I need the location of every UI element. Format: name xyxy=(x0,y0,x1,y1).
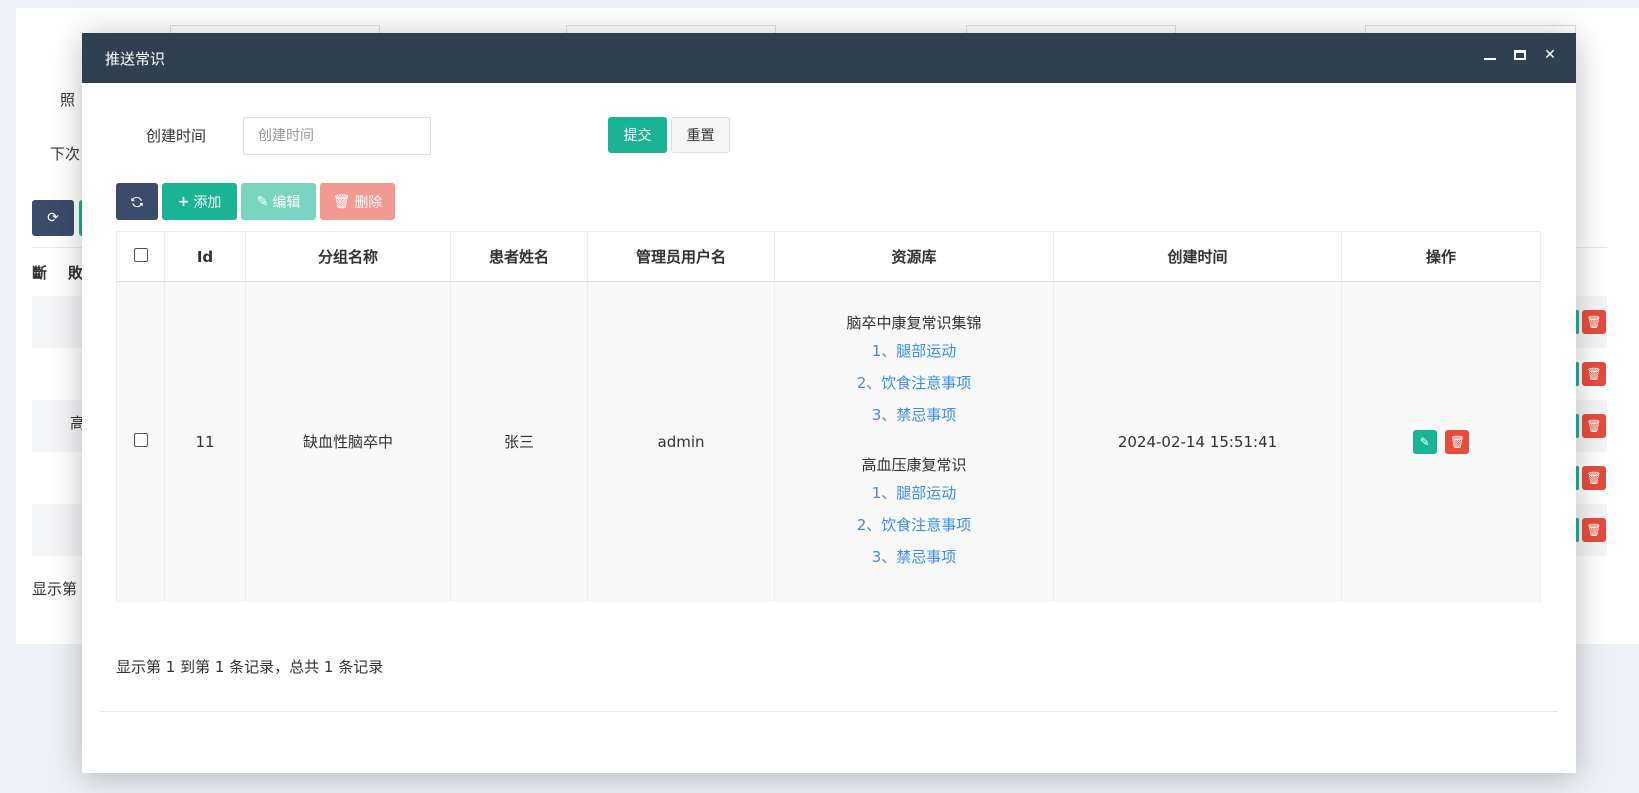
resource-link[interactable]: 2、饮食注意事项 xyxy=(775,509,1053,541)
bg-pagination: 显示第 xyxy=(32,580,78,598)
refresh-icon xyxy=(131,196,143,207)
cell-created: 2024-02-14 15:51:41 xyxy=(1053,281,1342,602)
created-time-input[interactable] xyxy=(243,117,431,155)
created-time-label: 创建时间 xyxy=(146,127,207,145)
bg-delete-icon[interactable]: 🗑 xyxy=(1582,518,1606,542)
column-header-group: 分组名称 xyxy=(245,231,451,282)
bg-label: 照 xyxy=(60,91,76,109)
pagination-info: 显示第 1 到第 1 条记录，总共 1 条记录 xyxy=(116,658,384,676)
cell-patient: 张三 xyxy=(450,281,588,602)
add-button-label: 添加 xyxy=(193,194,222,211)
row-delete-button[interactable]: 🗑 xyxy=(1445,429,1470,454)
bg-table-header: 敗 xyxy=(68,264,84,282)
modal-header: 推送常识 ✕ xyxy=(82,33,1576,83)
column-header-admin: 管理员用户名 xyxy=(587,231,775,282)
table-row: 11 缺血性脑卒中 张三 admin 脑卒中康复常识集锦 1、腿部运动 2、饮食… xyxy=(116,281,1541,602)
column-header-id: Id xyxy=(164,231,246,282)
bg-table-header: 斷 xyxy=(32,264,48,282)
edit-button[interactable]: ✎ 编辑 xyxy=(241,183,316,220)
bg-delete-icon[interactable]: 🗑 xyxy=(1582,362,1606,386)
column-header-actions: 操作 xyxy=(1341,231,1541,282)
resource-link[interactable]: 1、腿部运动 xyxy=(775,335,1053,367)
add-button[interactable]: + 添加 xyxy=(162,183,237,220)
column-header-patient: 患者姓名 xyxy=(450,231,588,282)
minimize-icon xyxy=(1484,58,1496,60)
cell-resources: 脑卒中康复常识集锦 1、腿部运动 2、饮食注意事项 3、禁忌事项 高血压康复常识… xyxy=(774,281,1054,602)
row-checkbox[interactable] xyxy=(133,432,148,447)
modal-controls: ✕ xyxy=(1482,47,1558,63)
delete-button-label: 删除 xyxy=(354,194,383,211)
pencil-icon: ✎ xyxy=(256,193,269,210)
bg-delete-icon[interactable]: 🗑 xyxy=(1582,310,1606,334)
trash-icon: 🗑 xyxy=(1449,434,1465,449)
knowledge-table: Id 分组名称 患者姓名 管理员用户名 资源库 创建时间 操作 11 缺血性脑卒… xyxy=(116,231,1541,602)
select-all-checkbox[interactable] xyxy=(133,247,148,262)
trash-icon: 🗑 xyxy=(332,193,351,210)
maximize-button[interactable] xyxy=(1512,47,1528,63)
select-all-cell[interactable] xyxy=(116,231,165,282)
resource-link[interactable]: 1、腿部运动 xyxy=(775,477,1053,509)
column-header-resources: 资源库 xyxy=(774,231,1054,282)
divider xyxy=(100,711,1558,712)
resource-link[interactable]: 3、禁忌事项 xyxy=(775,399,1053,431)
bg-delete-icon[interactable]: 🗑 xyxy=(1582,414,1606,438)
refresh-button[interactable] xyxy=(116,183,158,220)
cell-id: 11 xyxy=(164,281,246,602)
table-header-row: Id 分组名称 患者姓名 管理员用户名 资源库 创建时间 操作 xyxy=(116,231,1541,282)
close-icon: ✕ xyxy=(1544,47,1556,63)
pencil-icon: ✎ xyxy=(1419,434,1430,449)
resource-group-title: 高血压康复常识 xyxy=(861,455,967,474)
modal-title: 推送常识 xyxy=(105,49,166,68)
column-header-created: 创建时间 xyxy=(1053,231,1342,282)
edit-button-label: 编辑 xyxy=(272,194,301,211)
bg-label: 下次 xyxy=(50,145,81,163)
resource-group-title: 脑卒中康复常识集锦 xyxy=(846,313,982,332)
plus-icon: + xyxy=(177,193,190,210)
bg-refresh-button[interactable]: ⟳ xyxy=(32,200,74,236)
bg-delete-icon[interactable]: 🗑 xyxy=(1582,466,1606,490)
close-button[interactable]: ✕ xyxy=(1542,47,1558,63)
row-select-cell[interactable] xyxy=(116,281,165,602)
maximize-icon xyxy=(1514,50,1526,60)
resource-link[interactable]: 2、饮食注意事项 xyxy=(775,367,1053,399)
cell-admin: admin xyxy=(587,281,775,602)
reset-button[interactable]: 重置 xyxy=(671,117,730,153)
cell-actions: ✎ 🗑 xyxy=(1341,281,1541,602)
row-edit-button[interactable]: ✎ xyxy=(1412,429,1437,454)
push-knowledge-modal: 推送常识 ✕ 创建时间 提交 重置 + 添加 ✎ 编辑 🗑 删除 xyxy=(82,33,1576,773)
delete-button[interactable]: 🗑 删除 xyxy=(320,183,395,220)
minimize-button[interactable] xyxy=(1482,47,1498,63)
submit-button[interactable]: 提交 xyxy=(608,117,667,153)
cell-group: 缺血性脑卒中 xyxy=(245,281,451,602)
resource-link[interactable]: 3、禁忌事项 xyxy=(775,541,1053,573)
